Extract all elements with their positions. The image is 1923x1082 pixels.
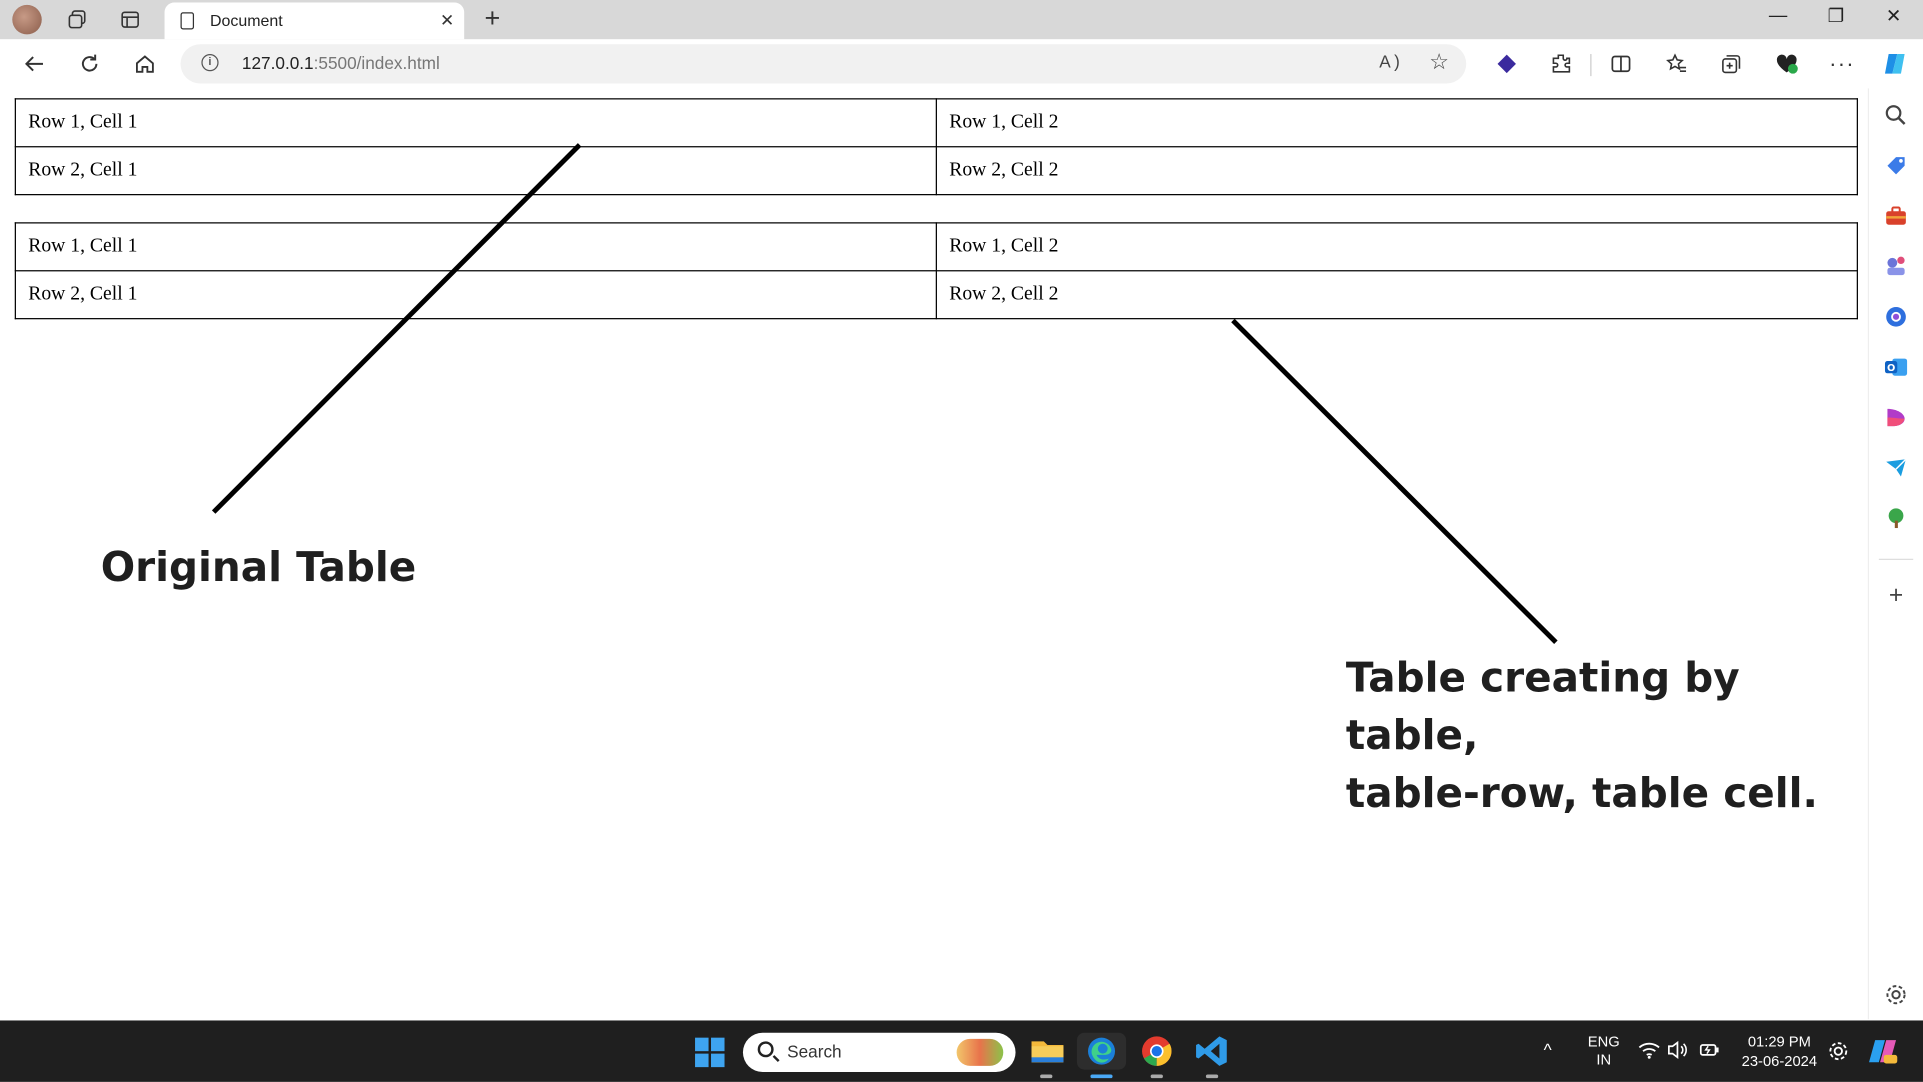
microsoft-365-icon[interactable] <box>1884 305 1909 330</box>
profile-avatar[interactable] <box>12 4 42 35</box>
notification-settings-icon[interactable] <box>1827 1040 1849 1066</box>
edge-icon[interactable] <box>1076 1032 1127 1070</box>
vertical-tabs-icon[interactable] <box>115 5 144 34</box>
annotation-line-2: table-row, table cell. <box>1345 768 1818 817</box>
app-active-indicator <box>1090 1074 1113 1079</box>
settings-icon[interactable] <box>1884 982 1909 1007</box>
annotation-created-table: Table creating by table, table-row, tabl… <box>1346 648 1867 821</box>
chrome-icon[interactable] <box>1138 1033 1175 1070</box>
copilot-icon[interactable] <box>1878 47 1912 81</box>
annotation-line-1: Table creating by table, <box>1345 653 1740 759</box>
windows-icon[interactable] <box>695 1037 725 1068</box>
address-bar[interactable]: i 127.0.0.1:5500/index.html A ) ☆ <box>180 44 1467 84</box>
page-content: Row 1, Cell 1 Row 1, Cell 2 Row 2, Cell … <box>4 88 1867 1020</box>
sidebar-divider <box>1878 558 1914 560</box>
edge-sidebar: O + <box>1867 88 1923 1020</box>
search-icon[interactable] <box>1884 103 1909 128</box>
browser-essentials-icon[interactable] <box>1770 47 1804 81</box>
new-tab-button[interactable]: + <box>478 4 507 34</box>
app-indicator <box>1205 1074 1219 1079</box>
tab-document[interactable]: Document ✕ <box>164 2 465 40</box>
extension-icon[interactable] <box>1544 47 1578 81</box>
region-label: IN <box>1596 1051 1612 1069</box>
battery-icon[interactable] <box>1698 1040 1720 1063</box>
split-screen-icon[interactable] <box>1604 47 1638 81</box>
taskbar-search[interactable]: Search <box>742 1032 1016 1073</box>
favorites-icon[interactable] <box>1659 47 1693 81</box>
close-tab-icon[interactable]: ✕ <box>440 10 454 31</box>
show-hidden-icons-chevron-icon[interactable]: ^ <box>1544 1040 1552 1060</box>
vscode-icon[interactable] <box>1194 1033 1231 1070</box>
read-aloud-icon[interactable]: A ) <box>1379 52 1400 72</box>
minimize-button[interactable]: — <box>1754 5 1803 34</box>
wifi-icon[interactable] <box>1638 1040 1660 1063</box>
close-window-button[interactable]: ✕ <box>1869 5 1918 34</box>
info-icon[interactable]: i <box>201 54 219 72</box>
language-label: ENG <box>1587 1032 1620 1050</box>
games-icon[interactable] <box>1884 254 1909 279</box>
search-placeholder: Search <box>787 1041 842 1061</box>
volume-icon[interactable] <box>1666 1040 1688 1063</box>
shopping-tag-icon[interactable] <box>1884 154 1909 179</box>
tree-icon[interactable] <box>1884 506 1909 531</box>
send-icon[interactable] <box>1884 456 1909 481</box>
svg-text:O: O <box>1887 363 1895 374</box>
favorite-star-icon[interactable]: ☆ <box>1429 49 1449 75</box>
url-text[interactable]: 127.0.0.1:5500/index.html <box>242 53 440 73</box>
toolbar-divider <box>1590 54 1592 77</box>
search-icon <box>757 1041 774 1058</box>
refresh-icon[interactable] <box>72 47 106 81</box>
tab-title: Document <box>209 11 283 30</box>
browser-toolbar: i 127.0.0.1:5500/index.html A ) ☆ ··· <box>0 39 1923 89</box>
collections-icon[interactable] <box>1714 47 1748 81</box>
more-icon[interactable]: ··· <box>1825 47 1859 81</box>
extension-diamond-icon[interactable] <box>1490 47 1524 81</box>
copilot-taskbar-icon[interactable] <box>1867 1035 1899 1071</box>
app-indicator <box>1040 1074 1053 1079</box>
designer-icon[interactable] <box>1884 405 1909 430</box>
search-highlight-icon <box>956 1038 1004 1066</box>
tools-briefcase-icon[interactable] <box>1884 204 1909 229</box>
home-icon[interactable] <box>128 47 162 81</box>
annotation-line-original <box>211 143 582 514</box>
app-indicator <box>1150 1074 1163 1079</box>
tab-strip: Document ✕ + — ❐ ✕ <box>0 0 1923 40</box>
file-explorer-icon[interactable] <box>1029 1033 1066 1070</box>
clock-time: 01:29 PM <box>1747 1032 1811 1050</box>
workspaces-icon[interactable] <box>63 5 92 34</box>
add-sidebar-app-icon[interactable]: + <box>1884 583 1909 610</box>
annotation-original-table: Original Table <box>100 542 417 591</box>
back-icon[interactable] <box>17 47 51 81</box>
outlook-icon[interactable]: O <box>1884 355 1909 380</box>
clock[interactable]: 01:29 PM 23-06-2024 <box>1731 1032 1827 1071</box>
restore-button[interactable]: ❐ <box>1811 5 1860 34</box>
annotation-line-created <box>1231 318 1558 644</box>
document-icon <box>180 12 195 30</box>
windows-taskbar: Search ^ ENG IN 01:29 PM 23-06-2024 <box>0 1020 1923 1082</box>
clock-date: 23-06-2024 <box>1741 1052 1818 1070</box>
language-indicator[interactable]: ENG IN <box>1584 1033 1623 1070</box>
